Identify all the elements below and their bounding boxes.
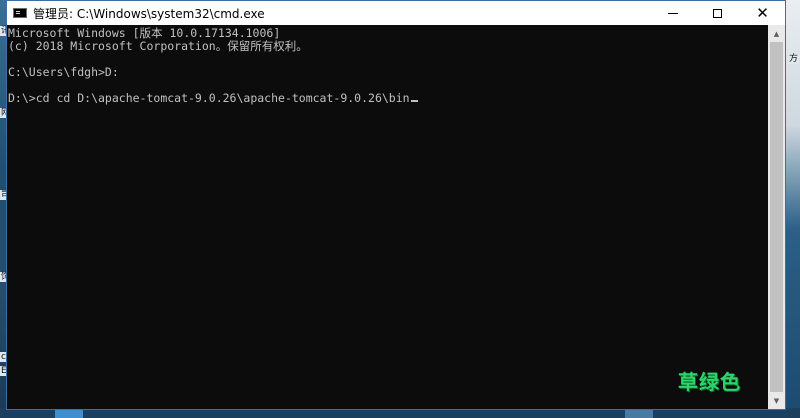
minimize-button[interactable] xyxy=(650,1,695,25)
scrollbar-thumb[interactable] xyxy=(770,42,783,392)
cmd-icon[interactable] xyxy=(13,8,27,18)
maximize-icon xyxy=(713,8,722,18)
scroll-down-arrow-icon[interactable]: ▼ xyxy=(768,392,785,409)
watermark-text: 草绿色 xyxy=(678,370,741,394)
taskbar-app-icon[interactable] xyxy=(55,409,83,418)
scroll-up-arrow-icon[interactable]: ▲ xyxy=(768,25,785,42)
cmd-window[interactable]: 管理员: C:\Windows\system32\cmd.exe ✕ Micro… xyxy=(6,0,786,410)
close-button[interactable]: ✕ xyxy=(740,1,785,25)
maximize-button[interactable] xyxy=(695,1,740,25)
vertical-scrollbar[interactable]: ▲ ▼ xyxy=(768,25,785,409)
console-line: C:\Users\fdgh>D: xyxy=(8,65,119,79)
minimize-icon xyxy=(667,12,678,14)
console-output[interactable]: Microsoft Windows [版本 10.0.17134.1006] (… xyxy=(7,25,770,409)
console-line: (c) 2018 Microsoft Corporation。保留所有权利。 xyxy=(8,39,308,53)
taskbar-app-icon[interactable] xyxy=(625,409,653,418)
close-icon: ✕ xyxy=(756,3,769,22)
window-title: 管理员: C:\Windows\system32\cmd.exe xyxy=(33,6,265,21)
desktop-label-fragment: 方 xyxy=(788,54,800,64)
window-controls: ✕ xyxy=(650,1,785,25)
text-cursor xyxy=(410,100,418,102)
title-bar[interactable]: 管理员: C:\Windows\system32\cmd.exe ✕ xyxy=(7,1,785,25)
console-command-text: D:\>cd cd D:\apache-tomcat-9.0.26\apache… xyxy=(8,91,410,105)
console-input-line[interactable]: D:\>cd cd D:\apache-tomcat-9.0.26\apache… xyxy=(8,92,418,105)
